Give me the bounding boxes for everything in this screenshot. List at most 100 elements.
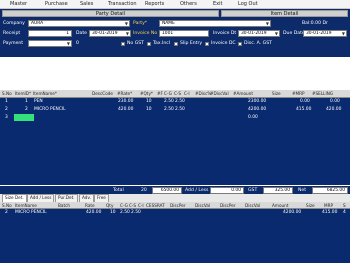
tax-incl-checkbox[interactable] bbox=[147, 41, 151, 46]
add-less-input[interactable]: 0.00 bbox=[210, 187, 244, 194]
payment-extra-label: 0 bbox=[76, 41, 79, 46]
menu-reports[interactable]: Reports bbox=[145, 1, 164, 7]
cell-mrp: 415.00 bbox=[296, 107, 312, 112]
cell-sno: 3 bbox=[5, 115, 8, 120]
cell-cg: 2.50 bbox=[164, 107, 174, 112]
col-disc[interactable]: #Disc% bbox=[195, 91, 211, 96]
menu-exit[interactable]: Exit bbox=[213, 1, 222, 7]
col-cg[interactable]: C-G bbox=[164, 91, 172, 96]
party-label: Party* bbox=[133, 21, 148, 26]
sub-cell-s: 4 bbox=[343, 210, 346, 215]
sub-col-rate[interactable]: Rate bbox=[85, 203, 95, 208]
sub-col-sno[interactable]: S.No bbox=[2, 203, 12, 208]
col-f[interactable]: #F bbox=[157, 91, 163, 96]
sub-col-batch[interactable]: Batch bbox=[58, 203, 70, 208]
payment-select[interactable] bbox=[28, 40, 72, 47]
sub-col-discper[interactable]: DiscPer bbox=[170, 203, 186, 208]
items-grid-header: S.No ItemID* ItemName* DescCode #Rate* #… bbox=[0, 90, 350, 98]
menu-sales[interactable]: Sales bbox=[80, 1, 93, 7]
company-select[interactable]: AURA bbox=[28, 20, 130, 27]
menu-purchase[interactable]: Purchase bbox=[45, 1, 68, 7]
col-mrp[interactable]: #MRP bbox=[292, 91, 305, 96]
menu-master[interactable]: Master bbox=[10, 1, 27, 7]
menu-others[interactable]: Others bbox=[180, 1, 197, 7]
gst-value: 325.00 bbox=[263, 187, 293, 194]
no-gst-checkbox[interactable] bbox=[121, 41, 125, 46]
tax-incl-label: Tax.Incl bbox=[153, 41, 171, 46]
receipt-input[interactable]: 1 bbox=[28, 30, 72, 37]
total-label: Total bbox=[113, 188, 124, 193]
cell-selling: 0.00 bbox=[330, 99, 340, 104]
cell-itemid: 2 bbox=[25, 107, 28, 112]
sub-col-s[interactable]: S bbox=[343, 203, 346, 208]
sub-cell-cg: 2.50 bbox=[120, 210, 130, 215]
cell-itemname: PEN bbox=[34, 99, 43, 104]
sub-col-cessrat[interactable]: CESSRAT bbox=[146, 203, 165, 208]
cell-amount: 2300.00 bbox=[248, 99, 267, 104]
net-label: Net bbox=[298, 188, 307, 193]
cell-amount: 4200.00 bbox=[248, 107, 267, 112]
col-cs[interactable]: C-S bbox=[174, 91, 181, 96]
sub-col-amount[interactable]: Amount bbox=[272, 203, 288, 208]
invoice-date-picker[interactable]: 30-01-2019 bbox=[238, 30, 280, 37]
tab-size-det[interactable]: Size Det. bbox=[2, 194, 27, 202]
col-desccode[interactable]: DescCode bbox=[92, 91, 113, 96]
sub-cell-mrp: 415.00 bbox=[322, 210, 338, 215]
sub-col-mrp[interactable]: MRP bbox=[324, 203, 333, 208]
add-less-label: Add / Less bbox=[185, 188, 209, 193]
total-qty: 20 bbox=[141, 188, 147, 193]
cell-qty: 10 bbox=[146, 107, 152, 112]
total-amount: 6500.00 bbox=[152, 187, 182, 194]
sub-col-discval-2[interactable]: DiscVal bbox=[245, 203, 260, 208]
table-row[interactable]: 1 1 PEN 230.00 10 2.50 2.50 2300.00 0.00… bbox=[0, 98, 350, 106]
invoice-no-label: Invoice No bbox=[133, 31, 158, 36]
date-picker[interactable]: 30-01-2019 bbox=[89, 30, 131, 37]
sub-col-size[interactable]: Size bbox=[306, 203, 315, 208]
slip-entry-checkbox[interactable] bbox=[174, 41, 178, 46]
size-detail-header: S.No ItemName Batch Rate Qty C-G C-S C-I… bbox=[0, 202, 350, 209]
no-gst-label: No GST bbox=[127, 41, 144, 46]
detail-tabs: Size Det. Add / Less Pur.Det. Adv. Free bbox=[0, 194, 350, 203]
col-qty[interactable]: #Qty* bbox=[140, 91, 153, 96]
col-selling[interactable]: #SELLING bbox=[312, 91, 333, 96]
due-date-picker[interactable]: 30-01-2019 bbox=[303, 30, 347, 37]
col-discval[interactable]: #DiscVal bbox=[210, 91, 229, 96]
receipt-label: Receipt bbox=[3, 31, 21, 36]
totals-bar: Total 20 6500.00 Add / Less 0.00 GST 325… bbox=[0, 186, 350, 194]
sub-cell-qty: 10 bbox=[110, 210, 116, 215]
sub-col-cs[interactable]: C-S bbox=[129, 203, 136, 208]
table-row-new[interactable]: 3 0.00 bbox=[0, 114, 350, 122]
item-id-editor[interactable] bbox=[14, 114, 34, 121]
col-sno[interactable]: S.No bbox=[2, 91, 12, 96]
disc-gst-label: Disc. A. GST bbox=[244, 41, 272, 46]
party-select[interactable]: NAME bbox=[159, 20, 271, 27]
table-row[interactable]: 2 MICRO PENCIL 420.00 10 2.50 2.50 4200.… bbox=[0, 209, 350, 217]
sub-col-discper-2[interactable]: DiscPer bbox=[220, 203, 236, 208]
col-ci[interactable]: C-I bbox=[184, 91, 190, 96]
sub-col-discval[interactable]: DiscVal bbox=[195, 203, 210, 208]
col-size[interactable]: Size bbox=[272, 91, 281, 96]
col-itemname[interactable]: ItemName* bbox=[33, 91, 57, 96]
menu-logout[interactable]: Log Out bbox=[238, 1, 258, 7]
invoice-no-input[interactable]: 1001 bbox=[159, 30, 209, 37]
sub-col-qty[interactable]: Qty bbox=[106, 203, 113, 208]
table-row[interactable]: 2 2 MICRO PENCIL 420.00 10 2.50 2.50 420… bbox=[0, 106, 350, 114]
payment-label: Payment bbox=[3, 41, 24, 46]
cell-selling: 420.00 bbox=[326, 107, 342, 112]
cell-rate: 230.00 bbox=[118, 99, 134, 104]
invoice-dc-checkbox[interactable] bbox=[205, 41, 209, 46]
cell-cs: 2.50 bbox=[175, 99, 185, 104]
sub-col-cg[interactable]: C-G bbox=[120, 203, 128, 208]
menu-transaction[interactable]: Transaction bbox=[108, 1, 137, 7]
col-amount[interactable]: #Amount bbox=[233, 91, 253, 96]
col-itemid[interactable]: ItemID* bbox=[15, 91, 31, 96]
disc-gst-checkbox[interactable] bbox=[238, 41, 242, 46]
sub-col-itemname[interactable]: ItemName bbox=[15, 203, 37, 208]
sub-col-ci[interactable]: C-I bbox=[138, 203, 144, 208]
due-date-label: Due Date bbox=[283, 31, 305, 36]
cell-cg: 2.50 bbox=[164, 99, 174, 104]
col-rate[interactable]: #Rate* bbox=[117, 91, 132, 96]
sub-cell-amount: 4200.00 bbox=[283, 210, 302, 215]
item-detail-header: Item Detail bbox=[221, 10, 348, 17]
invoice-dt-label: Invoice Dt bbox=[213, 31, 237, 36]
